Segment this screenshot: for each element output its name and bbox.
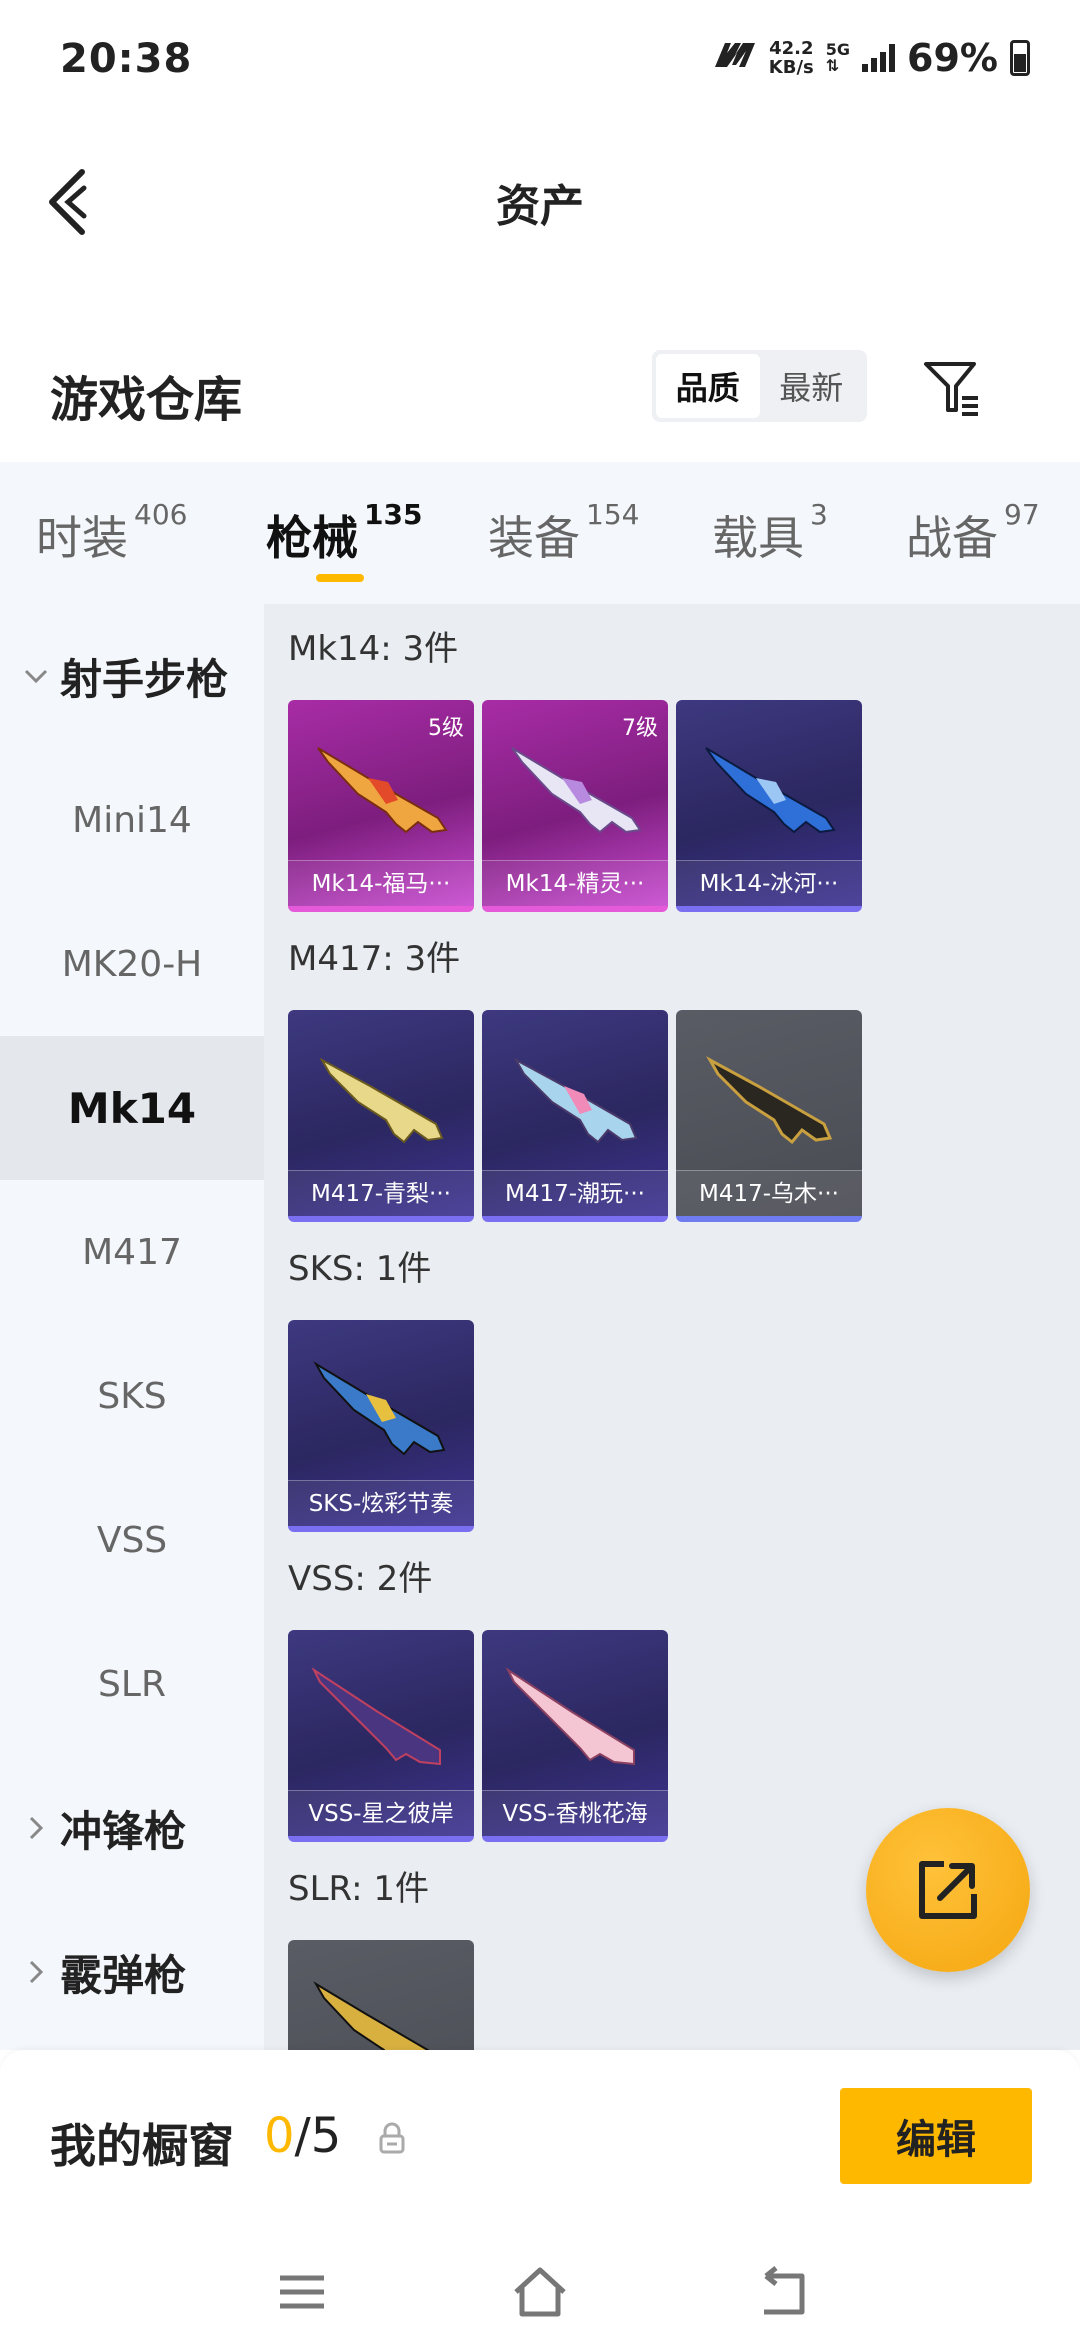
data-arrows-icon: ⇅ [825, 56, 840, 75]
sidebar-group-marksman-rifle[interactable]: 射手步枪 [0, 604, 264, 748]
sidebar-item-m417[interactable]: M417 [0, 1180, 264, 1324]
chevron-down-icon [24, 669, 48, 684]
section-slr: SLR: 1件 [288, 1864, 474, 2050]
sniper-icon [311, 1667, 441, 1766]
skin-card[interactable]: 7级 Mk14-精灵··· [482, 700, 668, 912]
tab-supplies[interactable]: 战备 97 [906, 498, 1040, 568]
battery-icon [1010, 40, 1030, 76]
active-tab-indicator [316, 574, 364, 582]
skin-name: VSS-星之彼岸 [288, 1790, 474, 1836]
rifle-icon [511, 747, 642, 834]
rifle-icon [313, 1981, 430, 2050]
network-speed: 42.2 KB/s [768, 38, 814, 78]
skin-card[interactable] [288, 1940, 474, 2050]
skin-name: M417-乌木··· [676, 1170, 862, 1216]
network-type: 5G ⇅ [825, 40, 851, 75]
skin-card[interactable]: SKS-炫彩节奏 [288, 1320, 474, 1532]
skin-name: Mk14-冰河··· [676, 860, 862, 906]
sidebar-group-shotgun[interactable]: 霰弹枪 [0, 1900, 264, 2044]
rifle-icon [706, 1056, 833, 1145]
filter-icon [924, 362, 978, 416]
section-vss: VSS: 2件 VSS-星之彼岸 VSS-香桃花海 [288, 1554, 668, 1842]
skin-card[interactable]: M417-乌木··· [676, 1010, 862, 1222]
skin-name: Mk14-精灵··· [482, 860, 668, 906]
tab-equipment[interactable]: 装备 154 [488, 498, 639, 568]
rifle-icon [705, 747, 836, 834]
rifle-icon [313, 1361, 446, 1456]
warehouse-header: 游戏仓库 品质 最新 [0, 350, 1080, 460]
showcase-count: 0/5 [264, 2108, 342, 2164]
sidebar-item-vss[interactable]: VSS [0, 1468, 264, 1612]
skin-name: Mk14-福马··· [288, 860, 474, 906]
share-icon [919, 1861, 977, 1919]
sidebar-item-slr[interactable]: SLR [0, 1612, 264, 1756]
share-button[interactable] [866, 1808, 1030, 1972]
skin-card[interactable]: 5级 Mk14-福马··· [288, 700, 474, 912]
weapon-sidebar: 射手步枪 Mini14 MK20-H Mk14 M417 SKS VSS SLR… [0, 604, 264, 2050]
skin-name: M417-青梨··· [288, 1170, 474, 1216]
sidebar-item-mk14[interactable]: Mk14 [0, 1036, 264, 1180]
status-icons: 42.2 KB/s 5G ⇅ 69% [713, 36, 1030, 80]
sort-option-quality[interactable]: 品质 [656, 354, 760, 418]
skin-name: VSS-香桃花海 [482, 1790, 668, 1836]
sidebar-group-smg[interactable]: 冲锋枪 [0, 1756, 264, 1900]
home-icon[interactable] [510, 2262, 570, 2322]
menu-icon[interactable] [272, 2262, 332, 2322]
chevron-right-icon [29, 1960, 44, 1984]
section-title: Mk14: 3件 [288, 629, 459, 669]
skin-name: M417-潮玩··· [482, 1170, 668, 1216]
sidebar-item-mk20h[interactable]: MK20-H [0, 892, 264, 1036]
system-nav-bar [0, 2240, 1080, 2344]
skin-name: SKS-炫彩节奏 [288, 1480, 474, 1526]
back-nav-icon[interactable] [750, 2262, 810, 2322]
sort-toggle: 品质 最新 [652, 350, 867, 422]
section-title: VSS: 2件 [288, 1559, 433, 1599]
edit-button[interactable]: 编辑 [840, 2088, 1032, 2184]
clock: 20:38 [60, 36, 193, 82]
tab-fashion[interactable]: 时装 406 [36, 498, 187, 568]
filter-button[interactable] [920, 356, 984, 420]
skin-card[interactable]: VSS-星之彼岸 [288, 1630, 474, 1842]
section-title: M417: 3件 [288, 939, 461, 979]
section-title: SKS: 1件 [288, 1249, 432, 1289]
skin-card[interactable]: Mk14-冰河··· [676, 700, 862, 912]
tab-guns[interactable]: 枪械 135 [266, 498, 422, 582]
showcase-label: 我的橱窗 [50, 2119, 234, 2173]
tab-vehicles[interactable]: 载具 3 [712, 498, 828, 568]
assets-page: 20:38 42.2 KB/s 5G ⇅ 69% 资产 游戏仓库 品质 最新 时… [0, 0, 1080, 2344]
battery-percent: 69% [907, 36, 998, 80]
nav-bar: 资产 [0, 140, 1080, 260]
warehouse-title: 游戏仓库 [50, 372, 243, 428]
skin-card[interactable]: M417-青梨··· [288, 1010, 474, 1222]
sniper-icon [505, 1667, 635, 1766]
lock-icon [379, 2122, 405, 2154]
section-sks: SKS: 1件 SKS-炫彩节奏 [288, 1244, 474, 1532]
rifle-icon [319, 1057, 444, 1144]
category-tabs: 时装 406 枪械 135 装备 154 载具 3 战备 97 [0, 462, 1080, 604]
showcase-bar: 我的橱窗 0/5 编辑 [0, 2050, 1080, 2240]
sort-option-newest[interactable]: 最新 [760, 354, 864, 418]
page-title: 资产 [496, 181, 584, 232]
status-bar: 20:38 42.2 KB/s 5G ⇅ 69% [0, 0, 1080, 120]
section-m417: M417: 3件 M417-青梨··· M417-潮玩··· M417-乌木··… [288, 934, 862, 1222]
rifle-icon [317, 747, 448, 834]
section-title: SLR: 1件 [288, 1869, 429, 1909]
signal-icon [862, 44, 896, 72]
carrier-logo-icon [713, 38, 757, 78]
section-mk14: Mk14: 3件 5级 Mk14-福马··· 7级 Mk14-精灵··· Mk1… [288, 624, 862, 912]
sidebar-item-mini14[interactable]: Mini14 [0, 748, 264, 892]
rifle-icon [513, 1057, 638, 1144]
skin-card[interactable]: VSS-香桃花海 [482, 1630, 668, 1842]
chevron-right-icon [29, 1816, 44, 1840]
skin-card[interactable]: M417-潮玩··· [482, 1010, 668, 1222]
sidebar-item-sks[interactable]: SKS [0, 1324, 264, 1468]
